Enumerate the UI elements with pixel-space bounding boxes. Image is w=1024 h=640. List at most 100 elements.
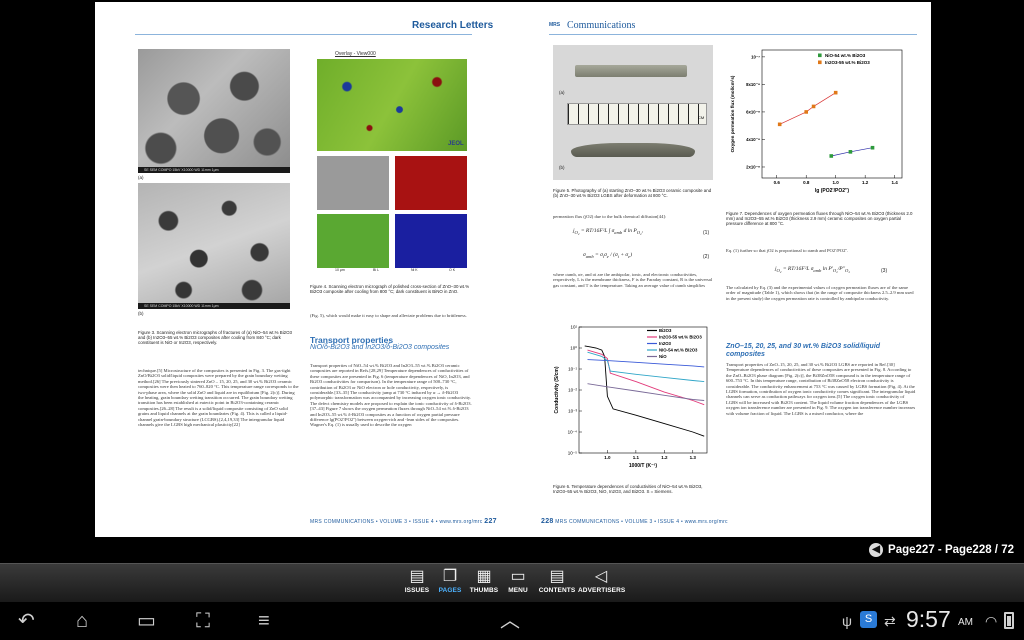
y-axis-label: Oxygen permeation flux (mol/cm²s) xyxy=(730,75,735,152)
toolbar-label: MENU xyxy=(508,587,528,594)
x-tick-label: 1.1 xyxy=(633,455,640,460)
fig7-caption: Figure 7. Dependences of oxygen permeati… xyxy=(726,211,913,227)
eds-label: 10 μm xyxy=(335,268,345,272)
legend-label: NiO-54 wt.% Bi2O3 xyxy=(659,348,698,353)
fig5-label-a: (a) xyxy=(559,90,565,95)
toolbar-issues[interactable]: ▤ ISSUES xyxy=(400,567,434,594)
y-axis-label: Conductivity (S/cm) xyxy=(554,366,560,413)
series-line xyxy=(587,383,705,401)
equation-3-number: (3) xyxy=(881,268,888,274)
sem-image-b: SE SEM COMPO 15kV X10000 WD 11mm 1μm xyxy=(138,183,290,309)
y-tick-label: 8x10⁻⁸ xyxy=(746,82,760,87)
toolbar-label: ISSUES xyxy=(404,587,430,594)
right-text-3: Transport properties of ZnO–15, 20, 25, … xyxy=(726,362,916,416)
toolbar-thumbs[interactable]: ▦ THUMBS xyxy=(467,567,501,594)
menu-nav-icon[interactable]: ≡ xyxy=(258,610,270,632)
equation-3: jO₂ = RT/16F²L σamb ln P'O₂/P''O₂ xyxy=(775,266,850,274)
right-text-1: Eq. (1) further so that jO2 is proportio… xyxy=(726,248,849,253)
up-arrow-icon[interactable]: ︿ xyxy=(500,610,520,632)
fig3-caption: Figure 3. Scanning electron micrographs … xyxy=(138,330,292,346)
sem-info-strip: SE SEM COMPO 15kV X10000 WD 11mm 1μm xyxy=(138,303,290,309)
fig5-caption: Figure 5. Photography of (a) starting Zn… xyxy=(553,188,712,199)
y-tick-label: 10⁻⁵ xyxy=(568,451,577,456)
mid-text: permeation flux (jO2) due to the bulk ch… xyxy=(553,214,667,219)
equation-2-number: (2) xyxy=(703,254,710,260)
x-tick-label: 1.0 xyxy=(833,180,840,185)
contents-icon: ▤ xyxy=(549,568,565,585)
x-tick-label: 1.3 xyxy=(690,455,697,460)
data-point xyxy=(777,122,782,127)
toolbar-advertisers[interactable]: ◁ ADVERTISERS xyxy=(578,567,625,594)
usb-icon: ψ xyxy=(842,613,852,629)
battery-icon xyxy=(1004,612,1014,629)
page-227[interactable]: Research Letters SE SEM COMPO 15kV X1000… xyxy=(95,2,513,537)
fig3-label-a: (a) xyxy=(138,175,144,180)
x-tick-label: 1.2 xyxy=(661,455,668,460)
running-head: Research Letters xyxy=(412,20,494,31)
data-point xyxy=(829,154,834,158)
y-tick-label: 2x10⁻⁸ xyxy=(746,164,760,169)
menu-icon: ▭ xyxy=(510,568,526,585)
eds-map-ni xyxy=(317,214,389,268)
system-bar: ↶ ⌂ ▭ ⛶ ≡ ︿ ψ S ⇄ 9:57 AM ◠ xyxy=(0,602,1024,640)
plot-frame xyxy=(761,49,903,179)
clock-ampm: AM xyxy=(958,617,973,628)
data-point xyxy=(870,145,875,150)
sample-bar-b xyxy=(571,143,695,157)
legend-swatch xyxy=(818,53,822,58)
series-line xyxy=(584,345,705,437)
clock: 9:57 xyxy=(906,606,951,632)
y-tick-label: 10¹ xyxy=(570,325,577,330)
eds-map-bi xyxy=(395,156,467,210)
screenshot-icon[interactable]: ⛶ xyxy=(196,610,210,632)
pages-icon: ❐ xyxy=(442,568,458,585)
toolbar-label: THUMBS xyxy=(469,587,499,594)
fig6-caption: Figure 6. Temperature dependences of con… xyxy=(553,484,703,495)
y-tick-label: 10⁻³ xyxy=(568,409,577,414)
legend-label: In2O3 xyxy=(659,341,672,346)
fig4-caption: Figure 4. Scanning electron micrograph o… xyxy=(310,284,470,295)
legend-label: In2O3-55 wt.% Bi2O3 xyxy=(825,60,870,65)
data-point xyxy=(811,104,816,109)
permeation-chart: 2x10⁻⁸ 4x10⁻⁸ 6x10⁻⁸ 8x10⁻⁸ 10⁻⁷ 0.6 0.8 1.0 1.2… xyxy=(730,49,903,194)
sem-image-a: SE SEM COMPO 15kV X10000 WD 11mm 1μm xyxy=(138,49,290,173)
toolbar-contents[interactable]: ▤ CONTENTS xyxy=(537,567,577,594)
equation-1-number: (1) xyxy=(703,230,710,236)
section-heading: ZnO–15, 20, 25, and 30 wt.% Bi2O3 solid/… xyxy=(726,343,881,358)
jeol-logo: JEOL xyxy=(448,141,464,147)
back-nav-icon[interactable]: ↶ xyxy=(18,610,35,632)
y-tick-label: 10⁻¹ xyxy=(568,367,577,372)
y-tick-label: 10⁻⁴ xyxy=(568,430,577,435)
reader-spread[interactable]: Research Letters SE SEM COMPO 15kV X1000… xyxy=(0,0,1024,563)
page-indicator[interactable]: ◀ Page227 - Page228 / 72 xyxy=(869,541,1014,559)
legend-label: Bi2O3 xyxy=(659,328,672,333)
page-228[interactable]: MRS Communications CM (a) (b) Figure 5. … xyxy=(513,2,931,537)
back-arrow-icon[interactable]: ◀ xyxy=(869,543,884,557)
sem-info-strip: SE SEM COMPO 15kV X10000 WD 11mm 1μm xyxy=(138,167,290,173)
data-point xyxy=(848,150,853,154)
home-icon[interactable]: ⌂ xyxy=(76,610,88,632)
sync-icon: ⇄ xyxy=(884,613,896,629)
toolbar-menu[interactable]: ▭ MENU xyxy=(501,567,535,594)
y-tick-label: 4x10⁻⁸ xyxy=(746,137,760,142)
right-column-text-top: (Fig. 5), which would make it easy to sh… xyxy=(310,313,467,318)
mid-text-2: where σamb, σe, and σi are the ambipolar… xyxy=(553,272,713,288)
eds-overlay-image xyxy=(317,59,467,151)
logo-prefix: MRS xyxy=(549,22,561,28)
footer-text: MRS COMMUNICATIONS • VOLUME 3 • ISSUE 4 … xyxy=(555,519,728,525)
x-tick-label: 1.0 xyxy=(604,455,611,460)
sample-photo: CM (a) (b) xyxy=(553,45,713,180)
recent-apps-icon[interactable]: ▭ xyxy=(137,610,156,632)
issues-icon: ▤ xyxy=(409,568,425,585)
legend-swatch xyxy=(818,60,822,65)
mrs-communications-logo: Communications xyxy=(567,20,636,31)
page-footer: MRS COMMUNICATIONS • VOLUME 3 • ISSUE 4 … xyxy=(310,518,497,525)
header-rule xyxy=(549,34,917,35)
y-tick-label: 10⁰ xyxy=(570,346,577,351)
section-subheading: NiO/δ-Bi2O3 and In2O3/δ-Bi2O3 composites xyxy=(310,344,450,351)
left-column-text: technique.[5] Microstructure of the comp… xyxy=(138,368,299,428)
x-axis-label: 1000/T (K⁻¹) xyxy=(629,463,658,469)
toolbar-pages[interactable]: ❐ PAGES xyxy=(433,567,467,594)
data-point xyxy=(833,90,838,95)
fig3-label-b: (b) xyxy=(138,311,144,316)
